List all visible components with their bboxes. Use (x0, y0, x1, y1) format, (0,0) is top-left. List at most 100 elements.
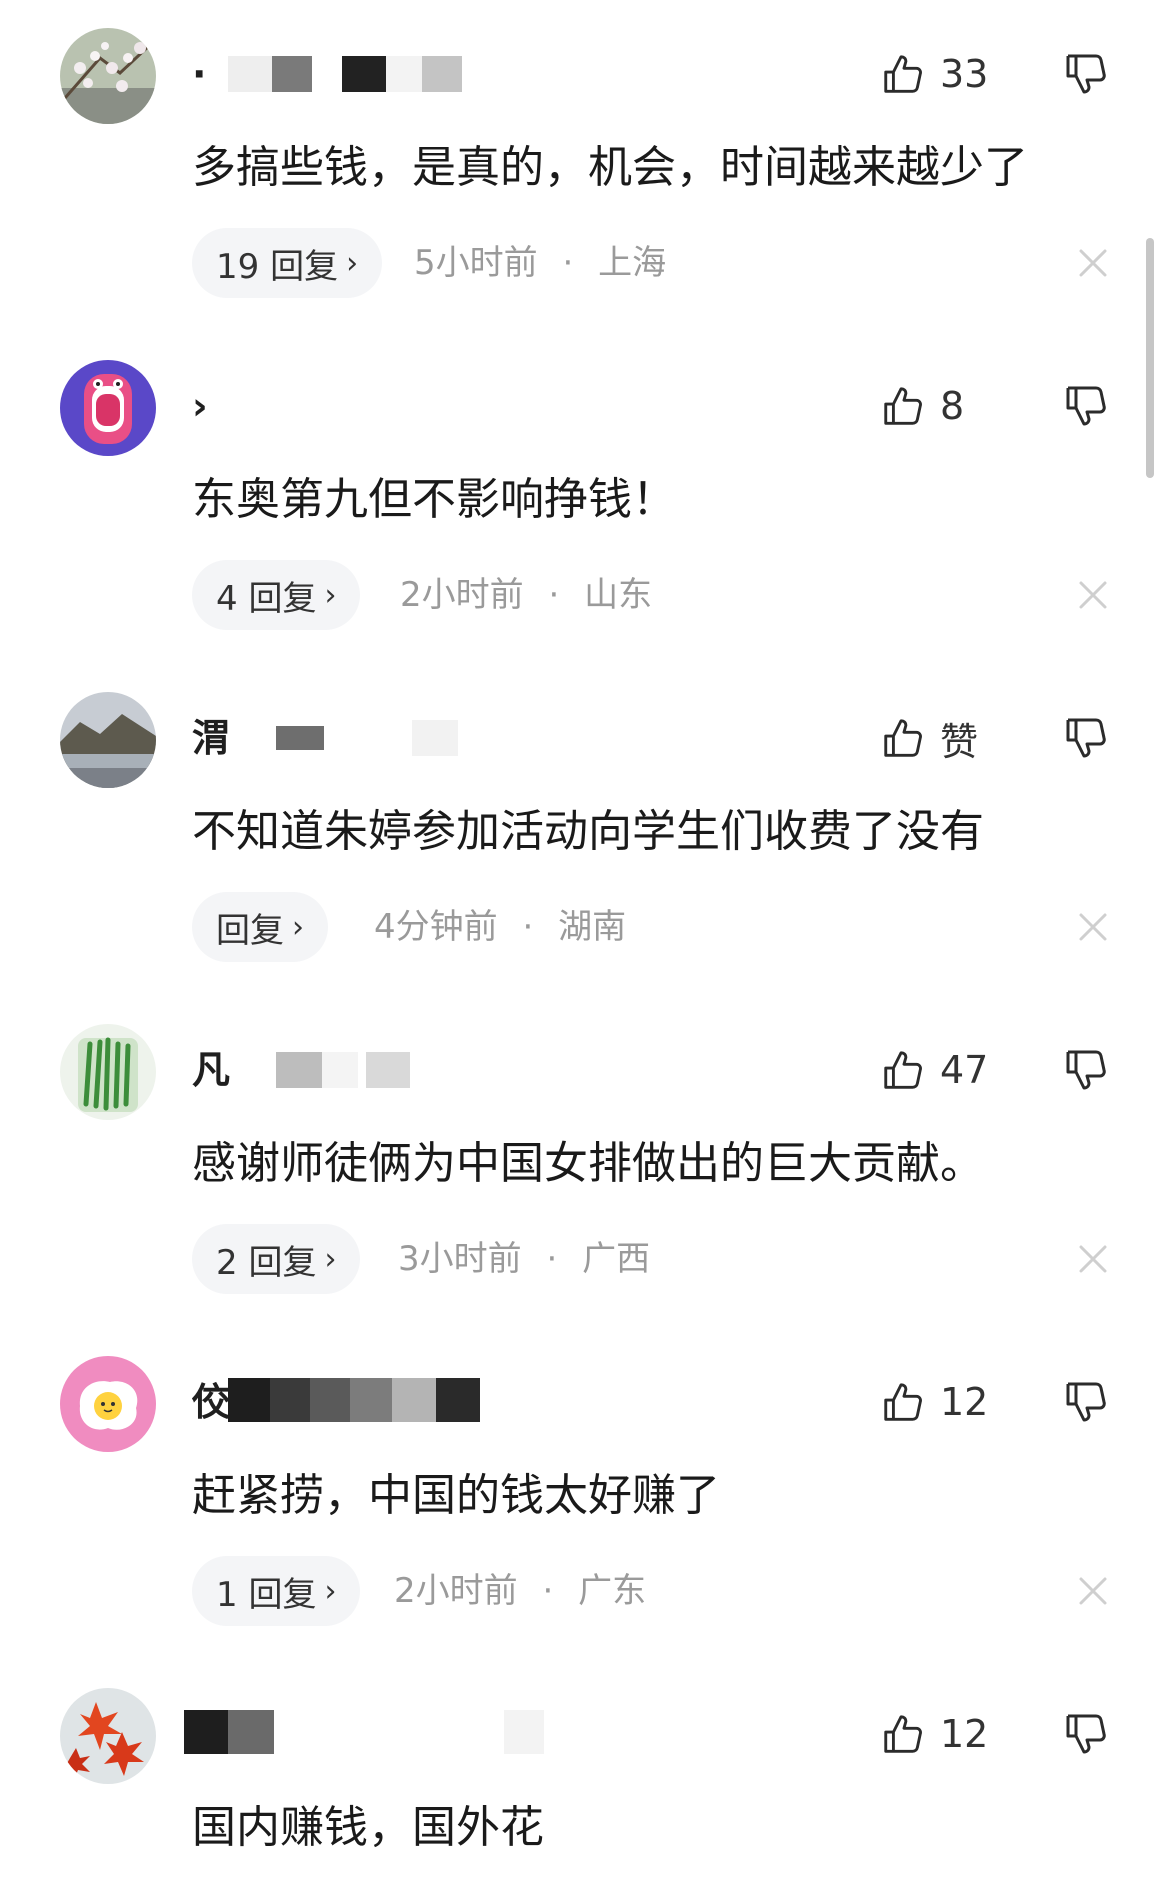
redaction-blur (392, 1378, 436, 1422)
comment-location: 广西 (582, 1239, 651, 1279)
thumbs-up-icon (884, 719, 922, 757)
dislike-button[interactable] (1062, 1046, 1110, 1094)
landscape-avatar-icon (60, 692, 156, 788)
like-button[interactable]: 33 (880, 46, 988, 102)
comment-item: 佼 12 赶紧捞，中国的钱太好赚了 1 回复 › 2小时前 · 广东 (0, 1328, 1169, 1660)
redaction-blur (342, 56, 386, 92)
thumbs-down-icon (1066, 718, 1106, 758)
reply-button[interactable]: 1 回复 › (192, 1556, 361, 1626)
username-text: 渭 (192, 716, 231, 760)
comment-time: 5小时前 (414, 243, 538, 283)
username-text: › (192, 384, 208, 428)
like-button[interactable]: 赞 (880, 710, 978, 766)
username[interactable] (184, 1706, 544, 1762)
thumbs-down-icon (1066, 54, 1106, 94)
dismiss-button[interactable] (1076, 246, 1110, 280)
comment-text: 赶紧捞，中国的钱太好赚了 (192, 1470, 720, 1521)
thumbs-down-icon (1066, 386, 1106, 426)
thumbs-down-icon (1066, 1050, 1106, 1090)
thumbs-up-icon (884, 55, 922, 93)
comment-meta: 2小时前 · 山东 (400, 570, 652, 620)
comment-location: 广东 (578, 1571, 647, 1611)
redaction-blur (272, 56, 312, 92)
reply-button[interactable]: 19 回复 › (192, 228, 383, 298)
comment-location: 上海 (598, 243, 667, 283)
redaction-blur (276, 1052, 322, 1088)
chevron-right-icon: › (324, 1241, 337, 1277)
dislike-button[interactable] (1062, 714, 1110, 762)
dislike-button[interactable] (1062, 1710, 1110, 1758)
comment-item: 渭 赞 不知道朱婷参加活动向学生们收费了没有 回复 › 4分钟前 · 湖南 (0, 664, 1169, 996)
like-button[interactable]: 47 (880, 1042, 988, 1098)
avatar[interactable] (60, 692, 156, 788)
avatar[interactable] (60, 1024, 156, 1120)
redaction-blur (350, 1378, 392, 1422)
comment-meta: 3小时前 · 广西 (398, 1234, 650, 1284)
like-count: 47 (940, 1048, 989, 1092)
maple-leaves-avatar-icon (60, 1688, 156, 1784)
avatar[interactable] (60, 1688, 156, 1784)
dislike-button[interactable] (1062, 1378, 1110, 1426)
comment-text: 感谢师徒俩为中国女排做出的巨大贡献。 (192, 1138, 984, 1189)
tea-leaves-avatar-icon (60, 1024, 156, 1120)
thumbs-down-icon (1066, 1714, 1106, 1754)
dismiss-button[interactable] (1076, 1574, 1110, 1608)
like-button[interactable]: 12 (880, 1374, 988, 1430)
dismiss-button[interactable] (1076, 578, 1110, 612)
plum-blossom-avatar-icon (60, 28, 156, 124)
chevron-right-icon: › (324, 577, 337, 613)
chevron-right-icon: › (324, 1573, 337, 1609)
meta-separator: · (542, 1571, 554, 1611)
avatar[interactable] (60, 1356, 156, 1452)
dismiss-button[interactable] (1076, 910, 1110, 944)
dislike-button[interactable] (1062, 382, 1110, 430)
reply-button[interactable]: 4 回复 › (192, 560, 361, 630)
redaction-blur (322, 1052, 358, 1088)
comment-meta: 5小时前 · 上海 (414, 238, 666, 288)
dismiss-button[interactable] (1076, 1242, 1110, 1276)
comment-time: 2小时前 (400, 575, 524, 615)
chevron-right-icon: › (292, 909, 304, 945)
dislike-button[interactable] (1062, 50, 1110, 98)
reply-label: 4 回复 (216, 578, 317, 619)
comment-time: 3小时前 (398, 1239, 522, 1279)
username[interactable]: 佼 (192, 1374, 552, 1430)
avatar[interactable] (60, 360, 156, 456)
thumbs-up-icon (884, 387, 922, 425)
like-count: 12 (940, 1380, 989, 1424)
comment-meta: 4分钟前 · 湖南 (374, 902, 626, 952)
username[interactable]: · (192, 46, 552, 102)
scrollbar[interactable] (1146, 238, 1154, 478)
username[interactable]: › (192, 378, 552, 434)
thumbs-down-icon (1066, 1382, 1106, 1422)
thumbs-up-icon (884, 1715, 922, 1753)
meta-separator: · (548, 575, 560, 615)
redaction-blur (310, 1378, 350, 1422)
reply-label: 1 回复 (216, 1574, 317, 1615)
redaction-blur (412, 720, 458, 756)
close-icon (1079, 581, 1107, 609)
comment-location: 山东 (584, 575, 653, 615)
like-button[interactable]: 8 (880, 378, 964, 434)
thumbs-up-icon (884, 1051, 922, 1089)
comment-item: · 33 多搞些钱，是真的，机会，时间越来越少了 19 回复 › 5小时前 · … (0, 0, 1169, 332)
comment-text: 不知道朱婷参加活动向学生们收费了没有 (192, 806, 984, 857)
username[interactable]: 凡 (192, 1042, 552, 1098)
redaction-blur (386, 56, 422, 92)
redaction-blur (276, 726, 324, 750)
redaction-blur (422, 56, 462, 92)
reply-button[interactable]: 回复 › (192, 892, 328, 962)
comment-item: 12 国内赚钱，国外花 (0, 1660, 1169, 1887)
fried-egg-avatar-icon (60, 1356, 156, 1452)
close-icon (1079, 249, 1107, 277)
meta-separator: · (546, 1239, 558, 1279)
reply-label: 2 回复 (216, 1242, 317, 1283)
reply-button[interactable]: 2 回复 › (192, 1224, 361, 1294)
comment-text: 国内赚钱，国外花 (192, 1802, 544, 1853)
username[interactable]: 渭 (192, 710, 552, 766)
like-button[interactable]: 12 (880, 1706, 988, 1762)
redaction-blur (436, 1378, 480, 1422)
meta-separator: · (562, 243, 574, 283)
avatar[interactable] (60, 28, 156, 124)
redaction-blur (184, 1710, 228, 1754)
